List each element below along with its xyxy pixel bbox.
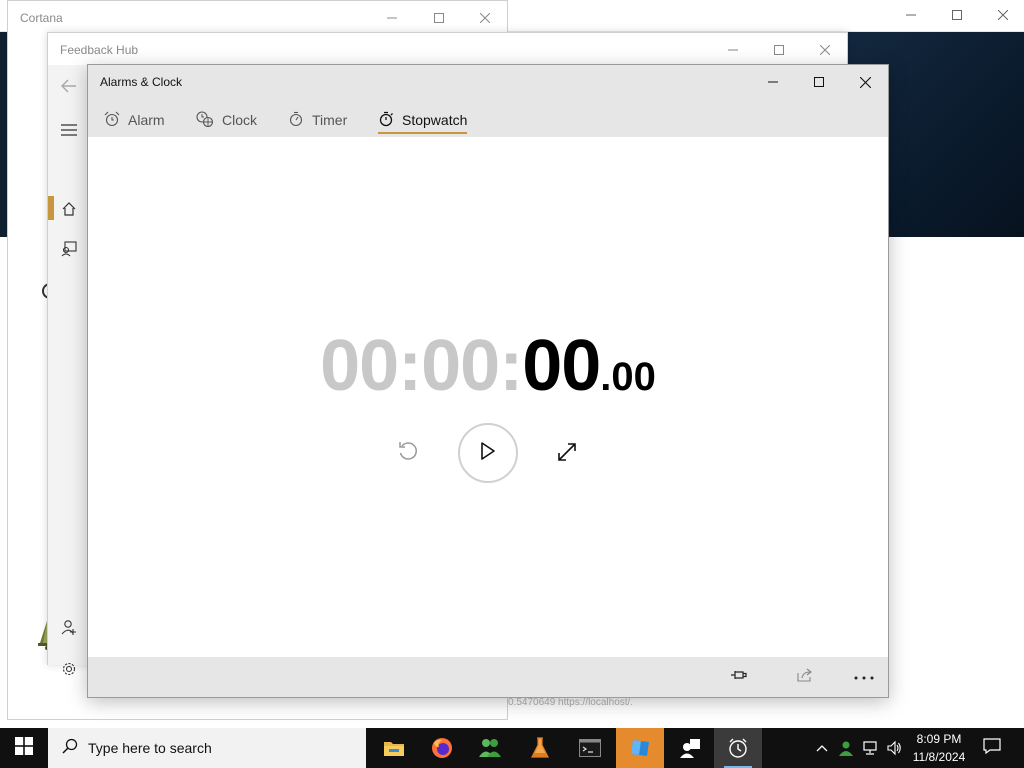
world-clock-icon [196, 110, 214, 130]
people-tray-icon[interactable] [834, 728, 858, 768]
tab-alarm[interactable]: Alarm [104, 106, 165, 134]
start-button[interactable] [0, 728, 48, 768]
share-icon [796, 667, 814, 688]
alarms-clock-icon[interactable] [714, 728, 762, 768]
reset-button[interactable] [394, 439, 422, 467]
alarms-command-bar [88, 657, 888, 697]
tab-clock[interactable]: Clock [196, 106, 257, 134]
active-indicator [48, 196, 54, 220]
minimize-button[interactable] [710, 35, 756, 65]
user-switch-icon[interactable] [666, 728, 714, 768]
maximize-button[interactable] [756, 35, 802, 65]
alarms-tab-bar: Alarm Clock Timer Stopwatch [88, 98, 888, 137]
back-arrow-icon[interactable] [58, 75, 80, 97]
minimize-button[interactable] [369, 3, 415, 33]
alarms-clock-window: Alarms & Clock Alarm Clock Timer Stopwat… [87, 64, 889, 698]
stopwatch-panel: 00:00:00.00 [88, 137, 888, 657]
search-icon [62, 738, 78, 759]
share-button[interactable] [791, 663, 819, 691]
maximize-button[interactable] [796, 67, 842, 97]
alarm-icon [104, 111, 120, 130]
firefox-icon[interactable] [418, 728, 466, 768]
pin-icon [730, 668, 748, 687]
hamburger-menu-icon[interactable] [58, 119, 80, 141]
tab-label: Timer [312, 112, 348, 128]
stopwatch-hundredths: .00 [600, 355, 656, 399]
lab-flask-icon[interactable] [516, 728, 564, 768]
reset-icon [397, 440, 419, 467]
more-icon [853, 668, 875, 686]
volume-icon[interactable] [882, 728, 906, 768]
minimize-button[interactable] [888, 0, 934, 30]
timer-icon [288, 111, 304, 130]
background-page-url: 0.5470649 https://localhost/. [508, 697, 634, 708]
maximize-button[interactable] [416, 3, 462, 33]
start-button[interactable] [458, 423, 518, 483]
close-button[interactable] [842, 67, 888, 97]
windows-logo-icon [15, 736, 33, 760]
pin-button[interactable] [725, 663, 753, 691]
add-user-icon[interactable] [58, 616, 80, 638]
alarms-titlebar: Alarms & Clock [88, 65, 888, 98]
tab-label: Alarm [128, 112, 165, 128]
file-explorer-icon[interactable] [370, 728, 418, 768]
window-title: Feedback Hub [60, 43, 139, 57]
play-icon [480, 441, 496, 465]
expand-icon [556, 441, 578, 468]
tab-label: Clock [222, 112, 258, 128]
close-button[interactable] [802, 35, 848, 65]
notification-icon [983, 737, 1001, 759]
clock-time: 8:09 PM [916, 732, 962, 746]
notification-center-button[interactable] [976, 728, 1008, 768]
terminal-icon[interactable] [566, 728, 614, 768]
feedback-sidebar [48, 65, 88, 676]
home-icon[interactable] [58, 198, 80, 220]
close-button[interactable] [462, 3, 508, 33]
taskbar: Type here to search 8:09 PM 11/8/2024 [0, 728, 1024, 768]
active-tab-underline [378, 132, 468, 134]
expand-button[interactable] [552, 439, 582, 469]
stopwatch-hours-minutes: 00:00: [320, 326, 523, 406]
system-tray [810, 728, 906, 768]
tab-label: Stopwatch [402, 112, 468, 128]
search-placeholder: Type here to search [88, 740, 212, 756]
network-icon[interactable] [858, 728, 882, 768]
stopwatch-seconds: 00 [522, 326, 601, 406]
tab-timer[interactable]: Timer [288, 106, 347, 134]
window-title: Cortana [20, 11, 63, 25]
window-title: Alarms & Clock [100, 75, 183, 89]
more-options-button[interactable] [850, 663, 878, 691]
taskbar-search-box[interactable]: Type here to search [48, 728, 366, 768]
maximize-button[interactable] [934, 0, 980, 30]
stopwatch-icon [378, 111, 394, 130]
chevron-up-icon[interactable] [810, 728, 834, 768]
people-icon[interactable] [466, 728, 514, 768]
taskbar-clock[interactable]: 8:09 PM 11/8/2024 [906, 730, 972, 766]
app-blue-icon[interactable] [616, 728, 664, 768]
settings-gear-icon[interactable] [58, 658, 80, 680]
stopwatch-display: 00:00:00.00 [88, 325, 888, 407]
clock-date: 11/8/2024 [912, 750, 966, 764]
feedback-icon[interactable] [58, 238, 80, 260]
close-button[interactable] [980, 0, 1024, 30]
tab-stopwatch[interactable]: Stopwatch [378, 106, 468, 134]
minimize-button[interactable] [750, 67, 796, 97]
